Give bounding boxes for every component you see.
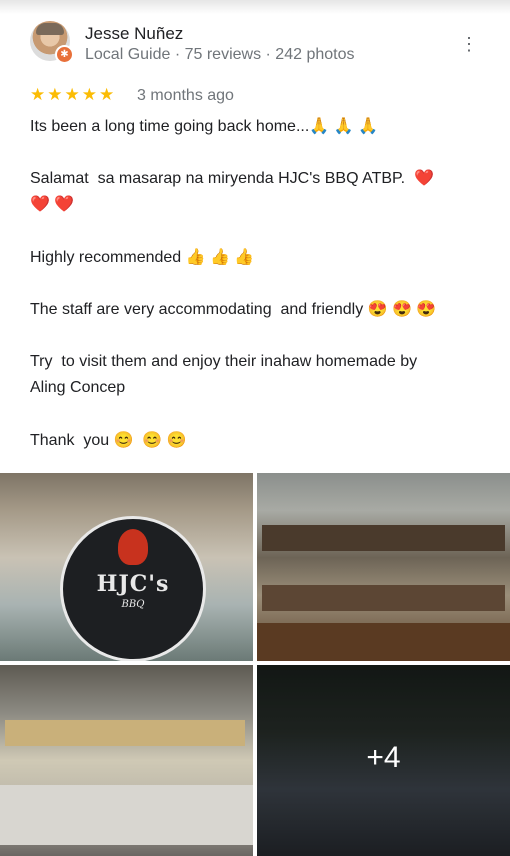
top-shadow (0, 0, 510, 14)
review-line: Try to visit them and enjoy their inahaw… (30, 353, 418, 396)
review-line: Salamat sa masarap na miryenda HJC's BBQ… (30, 170, 434, 213)
flame-icon (118, 529, 148, 565)
review-time: 3 months ago (137, 87, 234, 104)
logo-subtext: BBQ (121, 599, 145, 610)
review-photo-grill[interactable] (257, 473, 510, 661)
food-tray (5, 720, 245, 746)
grill-tray (262, 525, 505, 551)
grill-tray (262, 585, 505, 611)
hjc-logo: HJC's BBQ (60, 516, 206, 661)
logo-text: HJC's (96, 571, 170, 597)
review-line: The staff are very accommodating and fri… (30, 301, 437, 318)
review-photo-food-display[interactable] (0, 665, 253, 856)
review-photo-logo[interactable]: HJC's BBQ (0, 473, 253, 661)
review-line: Its been a long time going back home...🙏… (30, 118, 378, 135)
review-line: Highly recommended 👍 👍 👍 (30, 249, 255, 266)
more-photos-count[interactable]: +4 (257, 741, 510, 775)
review-photo-more[interactable]: +4 (257, 665, 510, 856)
wooden-counter (257, 623, 510, 661)
author-name[interactable]: Jesse Nuñez (85, 24, 183, 44)
review-line: Thank you 😊 😊 😊 (30, 432, 187, 449)
display-shelf (0, 785, 253, 845)
author-meta: Local Guide · 75 reviews · 242 photos (85, 46, 355, 63)
star-rating: ★★★★★ (30, 85, 117, 104)
more-vert-icon[interactable]: ⋮ (460, 34, 478, 54)
local-guide-badge-icon: ✱ (55, 45, 74, 64)
